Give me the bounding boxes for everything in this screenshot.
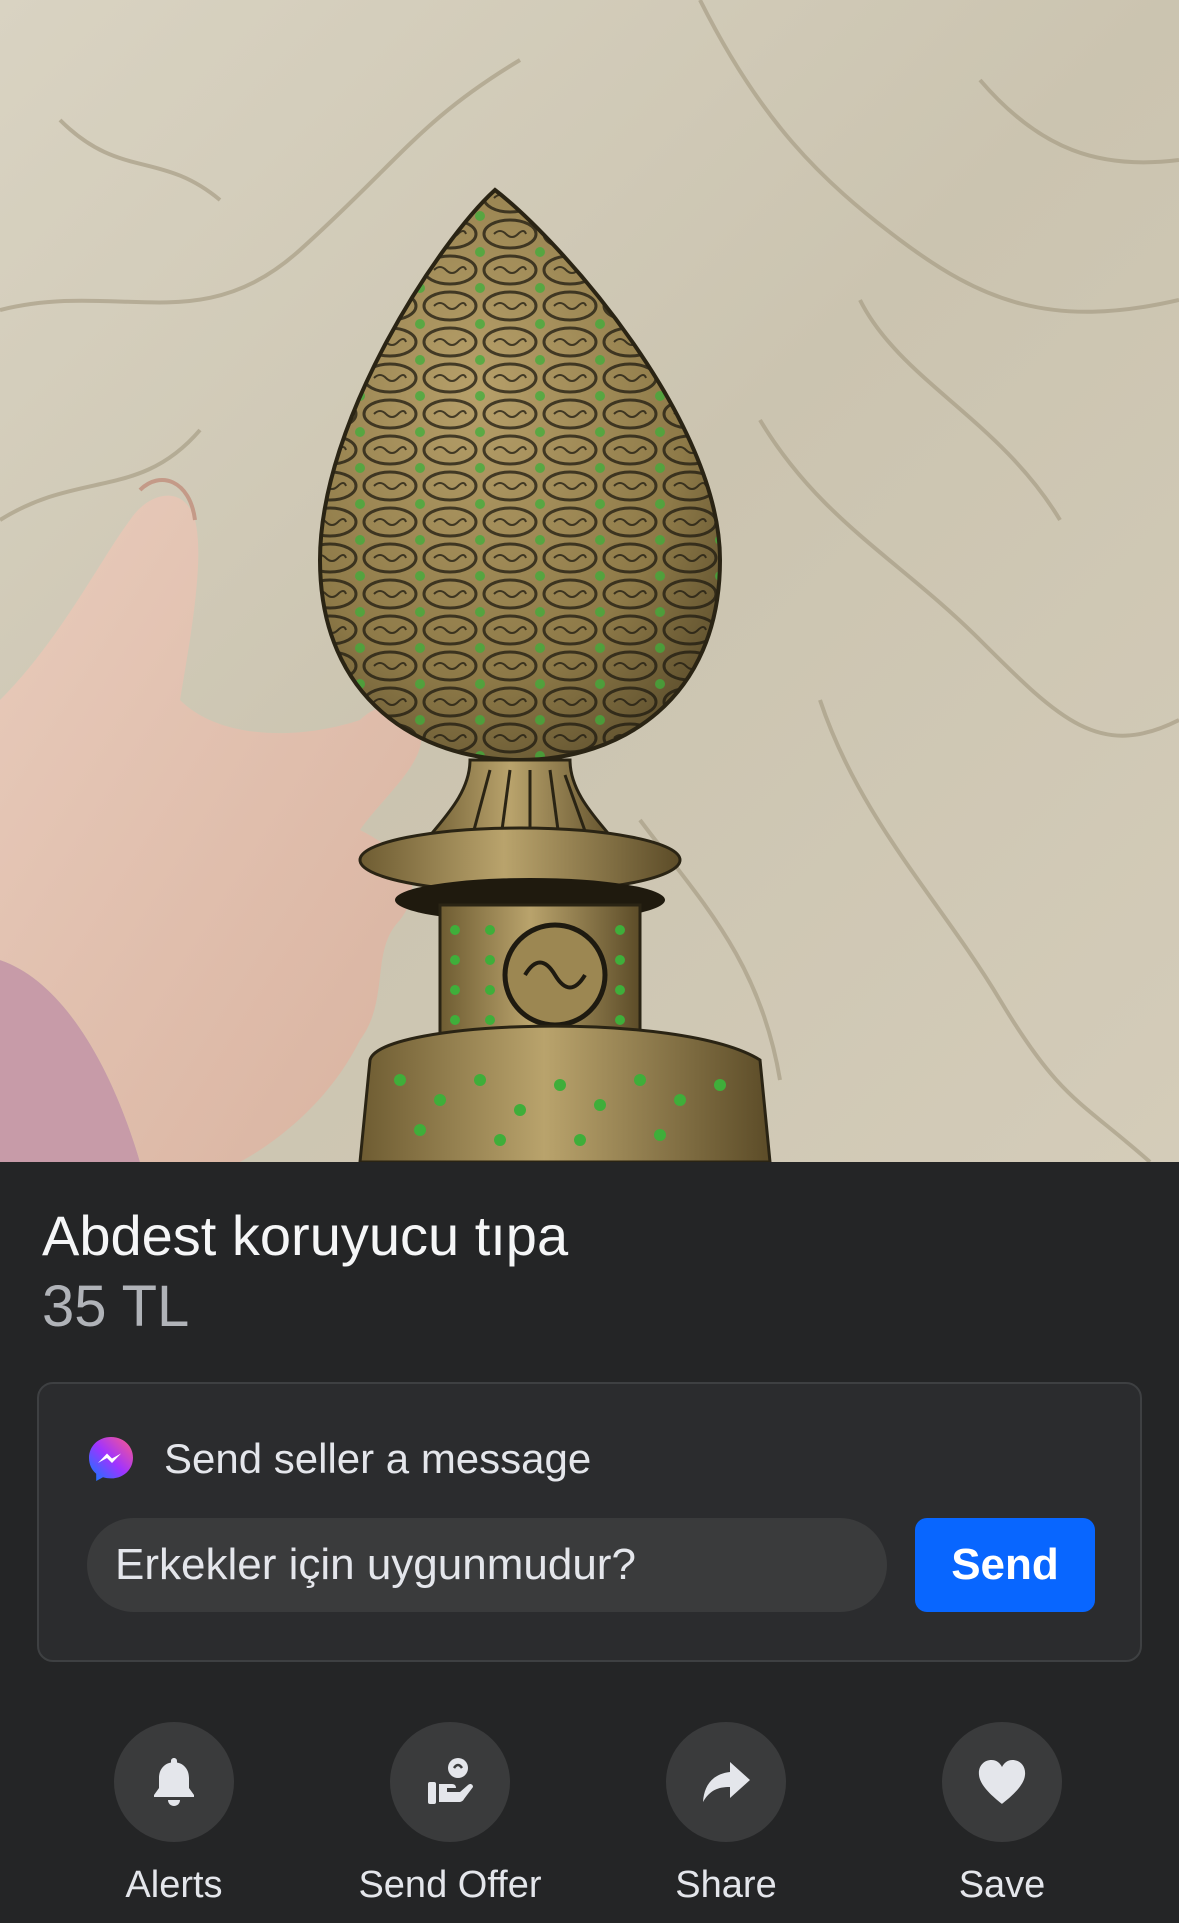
share-arrow-icon	[703, 1762, 750, 1802]
message-header: Send seller a message	[86, 1429, 591, 1489]
offer-hand-icon	[428, 1758, 473, 1804]
send-offer-label: Send Offer	[358, 1864, 542, 1906]
share-button[interactable]: Share	[588, 1722, 864, 1907]
product-photo[interactable]	[0, 0, 1179, 1162]
heart-icon	[978, 1760, 1026, 1804]
send-button[interactable]: Send	[915, 1518, 1095, 1612]
share-label: Share	[675, 1864, 777, 1906]
save-icon-circle[interactable]	[942, 1722, 1062, 1842]
alerts-button[interactable]: Alerts	[36, 1722, 312, 1907]
save-label: Save	[958, 1864, 1046, 1906]
send-offer-button[interactable]: Send Offer	[312, 1722, 588, 1907]
bell-icon	[154, 1758, 194, 1806]
messenger-icon	[86, 1434, 136, 1484]
alerts-icon-circle[interactable]	[114, 1722, 234, 1842]
message-input[interactable]: Erkekler için uygunmudur?	[87, 1518, 887, 1612]
listing-price: 35 TL	[42, 1274, 190, 1339]
listing-details: Abdest koruyucu tıpa 35 TL Send seller a…	[0, 1162, 1179, 1923]
alerts-label: Alerts	[125, 1864, 223, 1906]
actions-row: Alerts Send Offer Share Save	[0, 1722, 1179, 1922]
message-seller-card: Send seller a message Erkekler için uygu…	[37, 1382, 1142, 1662]
share-icon-circle[interactable]	[666, 1722, 786, 1842]
product-image	[0, 0, 1179, 1162]
message-header-label: Send seller a message	[164, 1435, 592, 1482]
send-offer-icon-circle[interactable]	[390, 1722, 510, 1842]
listing-title: Abdest koruyucu tıpa	[42, 1204, 569, 1267]
save-button[interactable]: Save	[864, 1722, 1140, 1907]
